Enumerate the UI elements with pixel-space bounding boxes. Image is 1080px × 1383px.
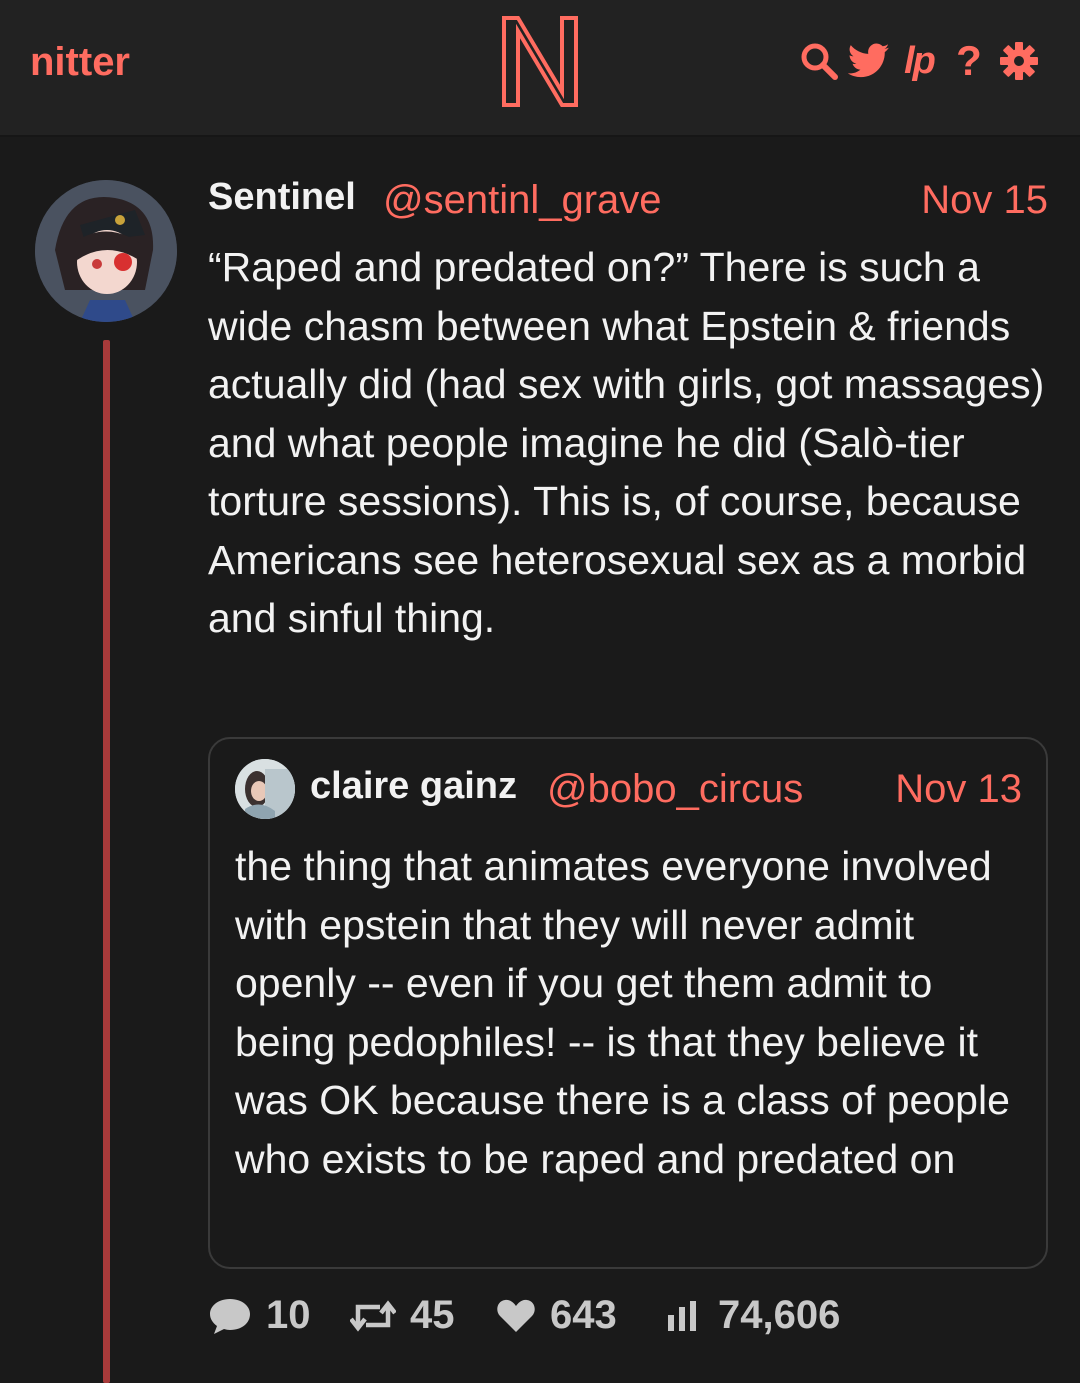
thread-line [103, 340, 110, 1383]
like-count: 643 [550, 1293, 617, 1337]
reply-count: 10 [266, 1293, 311, 1337]
comment-icon [210, 1298, 250, 1334]
avatar[interactable] [35, 180, 177, 322]
retweet-icon [350, 1299, 396, 1332]
nav-icons: lp ? [798, 37, 1040, 84]
settings-gear-icon[interactable] [998, 38, 1040, 84]
tweet-content: “Raped and predated on?” There is such a… [208, 244, 1045, 641]
twitter-bird-icon[interactable] [848, 38, 890, 84]
quote-username[interactable]: @bobo_circus [547, 767, 803, 812]
brand-link[interactable]: nitter [30, 40, 130, 85]
reply-stat[interactable]: 10 [208, 1293, 311, 1338]
heart-icon [497, 1299, 535, 1332]
retweet-count: 45 [410, 1293, 455, 1337]
quote-fullname[interactable]: claire gainz [310, 765, 517, 808]
views-bar-chart-icon [668, 1300, 696, 1331]
like-stat[interactable]: 643 [496, 1293, 617, 1338]
tweet-username[interactable]: @sentinl_grave [383, 178, 662, 223]
tweet-header: Sentinel @sentinl_grave Nov 15 [208, 172, 1048, 228]
help-icon[interactable]: ? [948, 37, 990, 84]
rss-icon[interactable]: lp [898, 38, 940, 84]
tweet-stats: 10 45 643 74,606 [208, 1293, 1068, 1349]
tweet-date[interactable]: Nov 15 [921, 178, 1048, 223]
tweet-fullname[interactable]: Sentinel [208, 176, 356, 219]
views-stat[interactable]: 74,606 [664, 1293, 840, 1338]
retweet-stat[interactable]: 45 [350, 1293, 455, 1338]
search-icon[interactable] [798, 38, 840, 84]
nitter-logo-icon[interactable] [500, 14, 580, 109]
quote-date[interactable]: Nov 13 [895, 767, 1022, 812]
quote-content: the thing that animates everyone involve… [235, 843, 1010, 1182]
navbar: nitter lp ? [0, 0, 1080, 137]
quote-avatar[interactable] [235, 759, 295, 819]
quoted-tweet[interactable]: claire gainz @bobo_circus Nov 13 the thi… [208, 737, 1048, 1269]
views-count: 74,606 [718, 1293, 841, 1337]
